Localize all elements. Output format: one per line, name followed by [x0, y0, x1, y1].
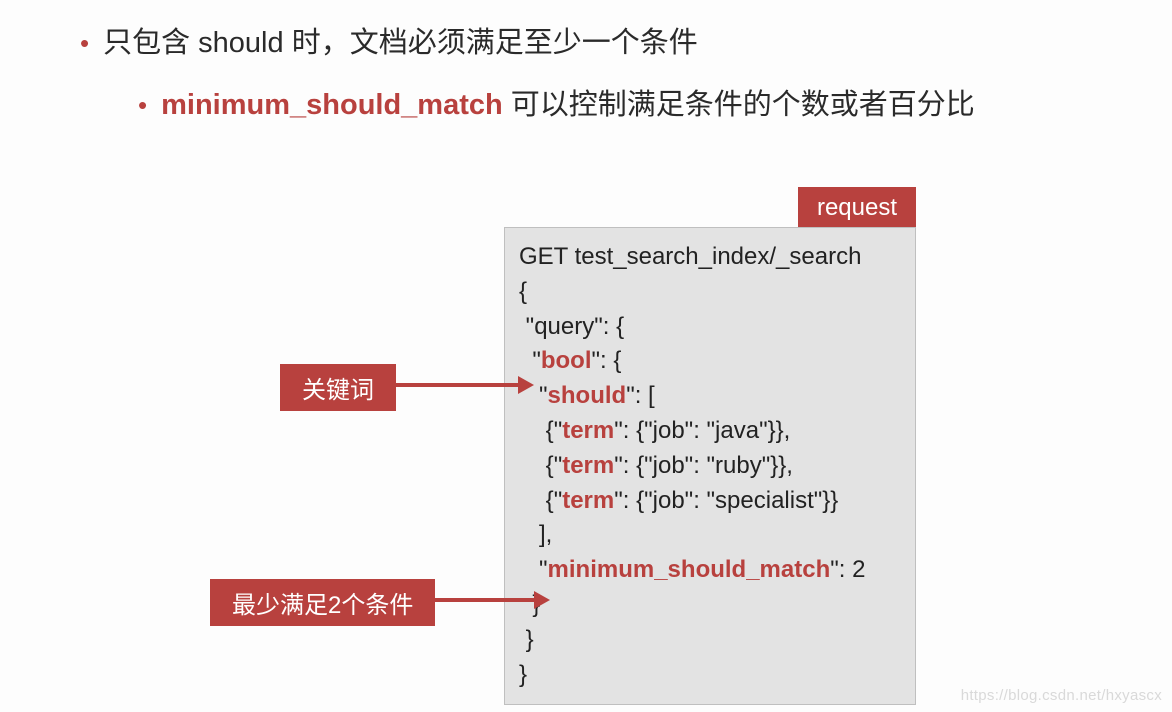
code-line: }: [519, 588, 901, 623]
code-keyword-term: term: [562, 452, 614, 479]
code-keyword-bool: bool: [541, 347, 592, 374]
code-line: "query": {: [519, 310, 901, 345]
code-block: GET test_search_index/_search { "query":…: [504, 227, 916, 705]
code-line: ],: [519, 518, 901, 553]
callout-text: 关键词: [302, 370, 374, 405]
bullet-dot: •: [138, 92, 147, 118]
text: 时，文档必须满足至少一个条件: [284, 27, 698, 59]
code-keyword-min-should-match: minimum_should_match: [548, 556, 831, 583]
code-keyword-should: should: [548, 382, 627, 409]
code-line: "should": [: [519, 379, 901, 414]
code-line: GET test_search_index/_search: [519, 240, 901, 275]
code-keyword-term: term: [562, 417, 614, 444]
code-line: {"term": {"job": "specialist"}}: [519, 484, 901, 519]
text: 可以控制满足条件的个数或者百分比: [503, 89, 975, 121]
code-line: {"term": {"job": "ruby"}},: [519, 449, 901, 484]
text-keyword: minimum_should_match: [161, 89, 503, 121]
code-tab-request: request: [798, 187, 916, 229]
bullet-item-2: • minimum_should_match 可以控制满足条件的个数或者百分比: [138, 84, 1132, 128]
text: 只包含: [103, 27, 198, 59]
diagram-area: request GET test_search_index/_search { …: [80, 187, 1132, 707]
bullet-item-1: • 只包含 should 时，文档必须满足至少一个条件: [80, 22, 1132, 66]
bullet-dot: •: [80, 30, 89, 56]
code-keyword-term: term: [562, 487, 614, 514]
code-line: }: [519, 658, 901, 693]
callout-label-keyword: 关键词: [280, 364, 396, 411]
slide-content: • 只包含 should 时，文档必须满足至少一个条件 • minimum_sh…: [0, 0, 1172, 707]
tab-label: request: [817, 194, 897, 222]
code-line: "bool": {: [519, 344, 901, 379]
bullet-text-1: 只包含 should 时，文档必须满足至少一个条件: [103, 22, 698, 66]
code-line: "minimum_should_match": 2: [519, 553, 901, 588]
text-keyword: should: [198, 27, 283, 59]
code-line: {"term": {"job": "java"}},: [519, 414, 901, 449]
code-line: {: [519, 275, 901, 310]
watermark-text: https://blog.csdn.net/hxyascx: [961, 687, 1162, 704]
code-line: }: [519, 623, 901, 658]
callout-label-min2: 最少满足2个条件: [210, 579, 435, 626]
callout-text: 最少满足2个条件: [232, 585, 413, 620]
bullet-text-2: minimum_should_match 可以控制满足条件的个数或者百分比: [161, 84, 975, 128]
